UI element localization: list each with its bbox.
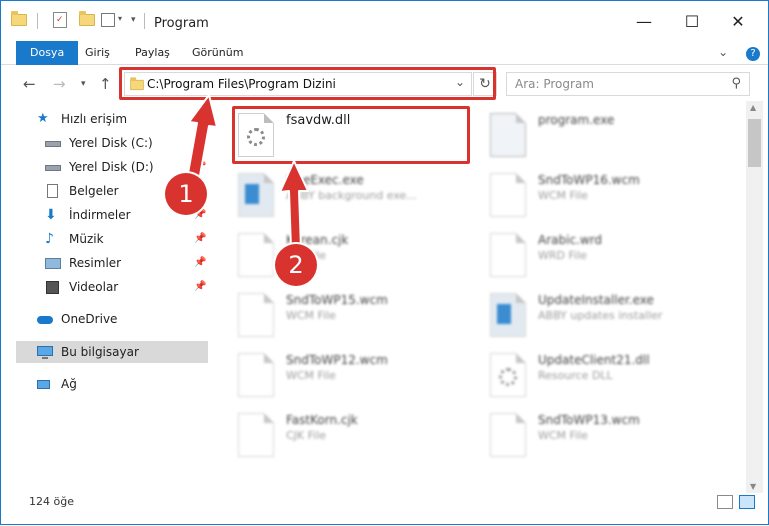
annotation-arrows [186,94,309,250]
arrow-2 [279,160,309,250]
explorer-window: ✓ ▾ ▾ Program — ☐ ✕ Dosya Giriş Paylaş G… [0,0,769,525]
step-badge-2: 2 [275,244,317,286]
step-badge-1: 1 [165,173,207,215]
arrow-1 [186,94,218,182]
